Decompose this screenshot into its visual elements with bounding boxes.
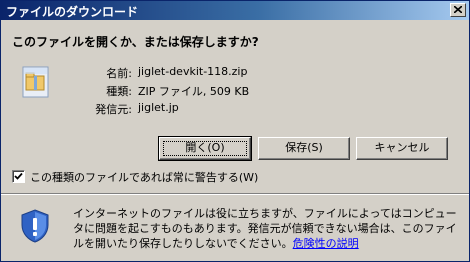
security-warning-panel: インターネットのファイルは役に立ちますが、ファイルによってはコンピュータに問題を…	[1, 195, 469, 261]
file-source-value: jiglet.jp	[138, 101, 179, 114]
open-button-label: 開く(O)	[185, 141, 225, 154]
save-button-label: 保存(S)	[285, 141, 323, 154]
always-warn-checkbox[interactable]	[12, 170, 25, 183]
download-details-panel: このファイルを開くか、または保存しますか? 名前: jiglet-devkit-…	[1, 20, 469, 193]
file-type-row: 種類: ZIP ファイル, 509 KB	[1, 83, 469, 99]
file-type-value: ZIP ファイル, 509 KB	[138, 85, 250, 98]
file-source-label: 発信元:	[95, 103, 132, 116]
warning-message: インターネットのファイルは役に立ちますが、ファイルによってはコンピュータに問題を…	[73, 207, 457, 250]
dialog-title: ファイルのダウンロード	[6, 5, 139, 19]
cancel-button-label: キャンセル	[374, 141, 430, 154]
title-bar[interactable]: ファイルのダウンロード	[1, 1, 469, 20]
always-warn-label[interactable]: この種類のファイルであれば常に警告する(W)	[30, 169, 258, 185]
close-button[interactable]	[450, 3, 466, 17]
file-name-row: 名前: jiglet-devkit-118.zip	[1, 65, 469, 81]
security-warning-text: インターネットのファイルは役に立ちますが、ファイルによってはコンピュータに問題を…	[73, 206, 458, 251]
checkmark-icon	[14, 172, 23, 180]
file-name-label: 名前:	[106, 67, 132, 80]
download-dialog: ファイルのダウンロード このファイルを開くか、または保存しますか? 名前: ji…	[0, 0, 470, 262]
file-source-row: 発信元: jiglet.jp	[1, 101, 469, 117]
risk-explanation-link[interactable]: 危険性の説明	[293, 237, 359, 250]
cancel-button[interactable]: キャンセル	[356, 137, 448, 160]
security-shield-icon	[21, 209, 49, 243]
save-button[interactable]: 保存(S)	[258, 137, 350, 160]
file-name-value: jiglet-devkit-118.zip	[138, 65, 248, 78]
download-question: このファイルを開くか、または保存しますか?	[12, 35, 259, 49]
file-type-label: 種類:	[106, 85, 132, 98]
close-icon	[454, 6, 462, 13]
open-button[interactable]: 開く(O)	[158, 136, 252, 161]
